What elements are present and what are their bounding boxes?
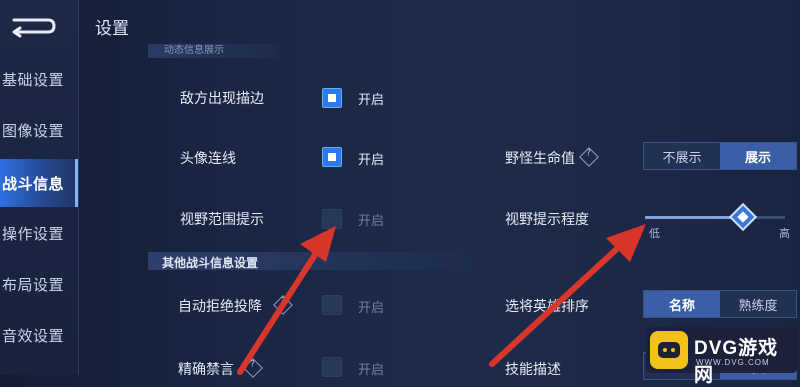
- annotation-arrow-head: [606, 224, 646, 262]
- enemy-outline-label: 敌方出现描边: [180, 91, 264, 107]
- sidebar-item-battle-info[interactable]: 战斗信息: [0, 159, 78, 207]
- hero-sort-toggle: 名称 熟练度: [643, 290, 797, 318]
- vision-hint-slider-track[interactable]: [645, 216, 785, 219]
- help-icon[interactable]: ?: [579, 147, 599, 167]
- sidebar-item-graphics[interactable]: 图像设置: [0, 108, 78, 152]
- skill-desc-label: 技能描述: [505, 362, 561, 378]
- gamepad-icon: [650, 331, 688, 369]
- sidebar-item-label: 操作设置: [2, 224, 65, 243]
- auto-refuse-state: 开启: [358, 301, 385, 316]
- vision-range-hint-label: 视野范围提示: [180, 212, 264, 228]
- sidebar: 基础设置 图像设置 战斗信息 操作设置 布局设置 音效设置: [0, 0, 79, 375]
- precise-ban-state: 开启: [358, 363, 385, 378]
- avatar-link-label: 头像连线: [180, 151, 236, 167]
- monster-hp-label: 野怪生命值: [505, 151, 575, 167]
- sidebar-item-basic[interactable]: 基础设置: [0, 57, 78, 101]
- sidebar-item-audio[interactable]: 音效设置: [0, 313, 78, 357]
- annotation-arrows: [237, 224, 646, 375]
- monster-hp-toggle: 不展示 展示: [643, 142, 797, 170]
- watermark-logo: DVG游戏网 WWW.DVG.COM: [646, 327, 798, 386]
- vision-hint-level-label: 视野提示程度: [505, 212, 589, 228]
- sidebar-item-controls[interactable]: 操作设置: [0, 211, 78, 255]
- precise-ban-checkbox[interactable]: [322, 357, 342, 377]
- sidebar-item-label: 基础设置: [2, 70, 65, 89]
- sidebar-item-label: 战斗信息: [2, 174, 65, 193]
- hero-sort-proficiency-option[interactable]: 熟练度: [720, 291, 796, 317]
- auto-refuse-label: 自动拒绝投降: [178, 299, 262, 315]
- monster-hp-show-option[interactable]: 展示: [720, 143, 796, 169]
- sidebar-item-layout[interactable]: 布局设置: [0, 262, 78, 306]
- page-title: 设置: [95, 19, 129, 39]
- section-header-dynamic-info: 动态信息展示: [148, 44, 279, 58]
- watermark-url: WWW.DVG.COM: [696, 358, 770, 367]
- sidebar-item-label: 图像设置: [2, 121, 65, 140]
- vision-hint-slider-thumb[interactable]: [728, 202, 758, 232]
- monster-hp-hide-option[interactable]: 不展示: [644, 143, 720, 169]
- sidebar-item-label: 布局设置: [2, 275, 65, 294]
- hero-sort-name-option[interactable]: 名称: [644, 291, 720, 317]
- back-icon[interactable]: [8, 14, 56, 38]
- auto-refuse-checkbox[interactable]: [322, 295, 342, 315]
- hero-sort-label: 选将英雄排序: [505, 299, 589, 315]
- section-header-other-battle-info: 其他战斗信息设置: [148, 252, 478, 270]
- sidebar-item-label: 音效设置: [2, 326, 65, 345]
- enemy-outline-checkbox[interactable]: [322, 88, 342, 108]
- enemy-outline-state: 开启: [358, 93, 385, 108]
- avatar-link-checkbox[interactable]: [322, 147, 342, 167]
- slider-low-label: 低: [649, 227, 660, 240]
- avatar-link-state: 开启: [358, 153, 385, 168]
- slider-high-label: 高: [779, 227, 790, 240]
- precise-ban-label: 精确禁言: [178, 362, 234, 378]
- help-icon[interactable]: ?: [273, 295, 293, 315]
- vision-range-hint-state: 开启: [358, 214, 385, 229]
- vision-range-hint-checkbox[interactable]: [322, 209, 342, 229]
